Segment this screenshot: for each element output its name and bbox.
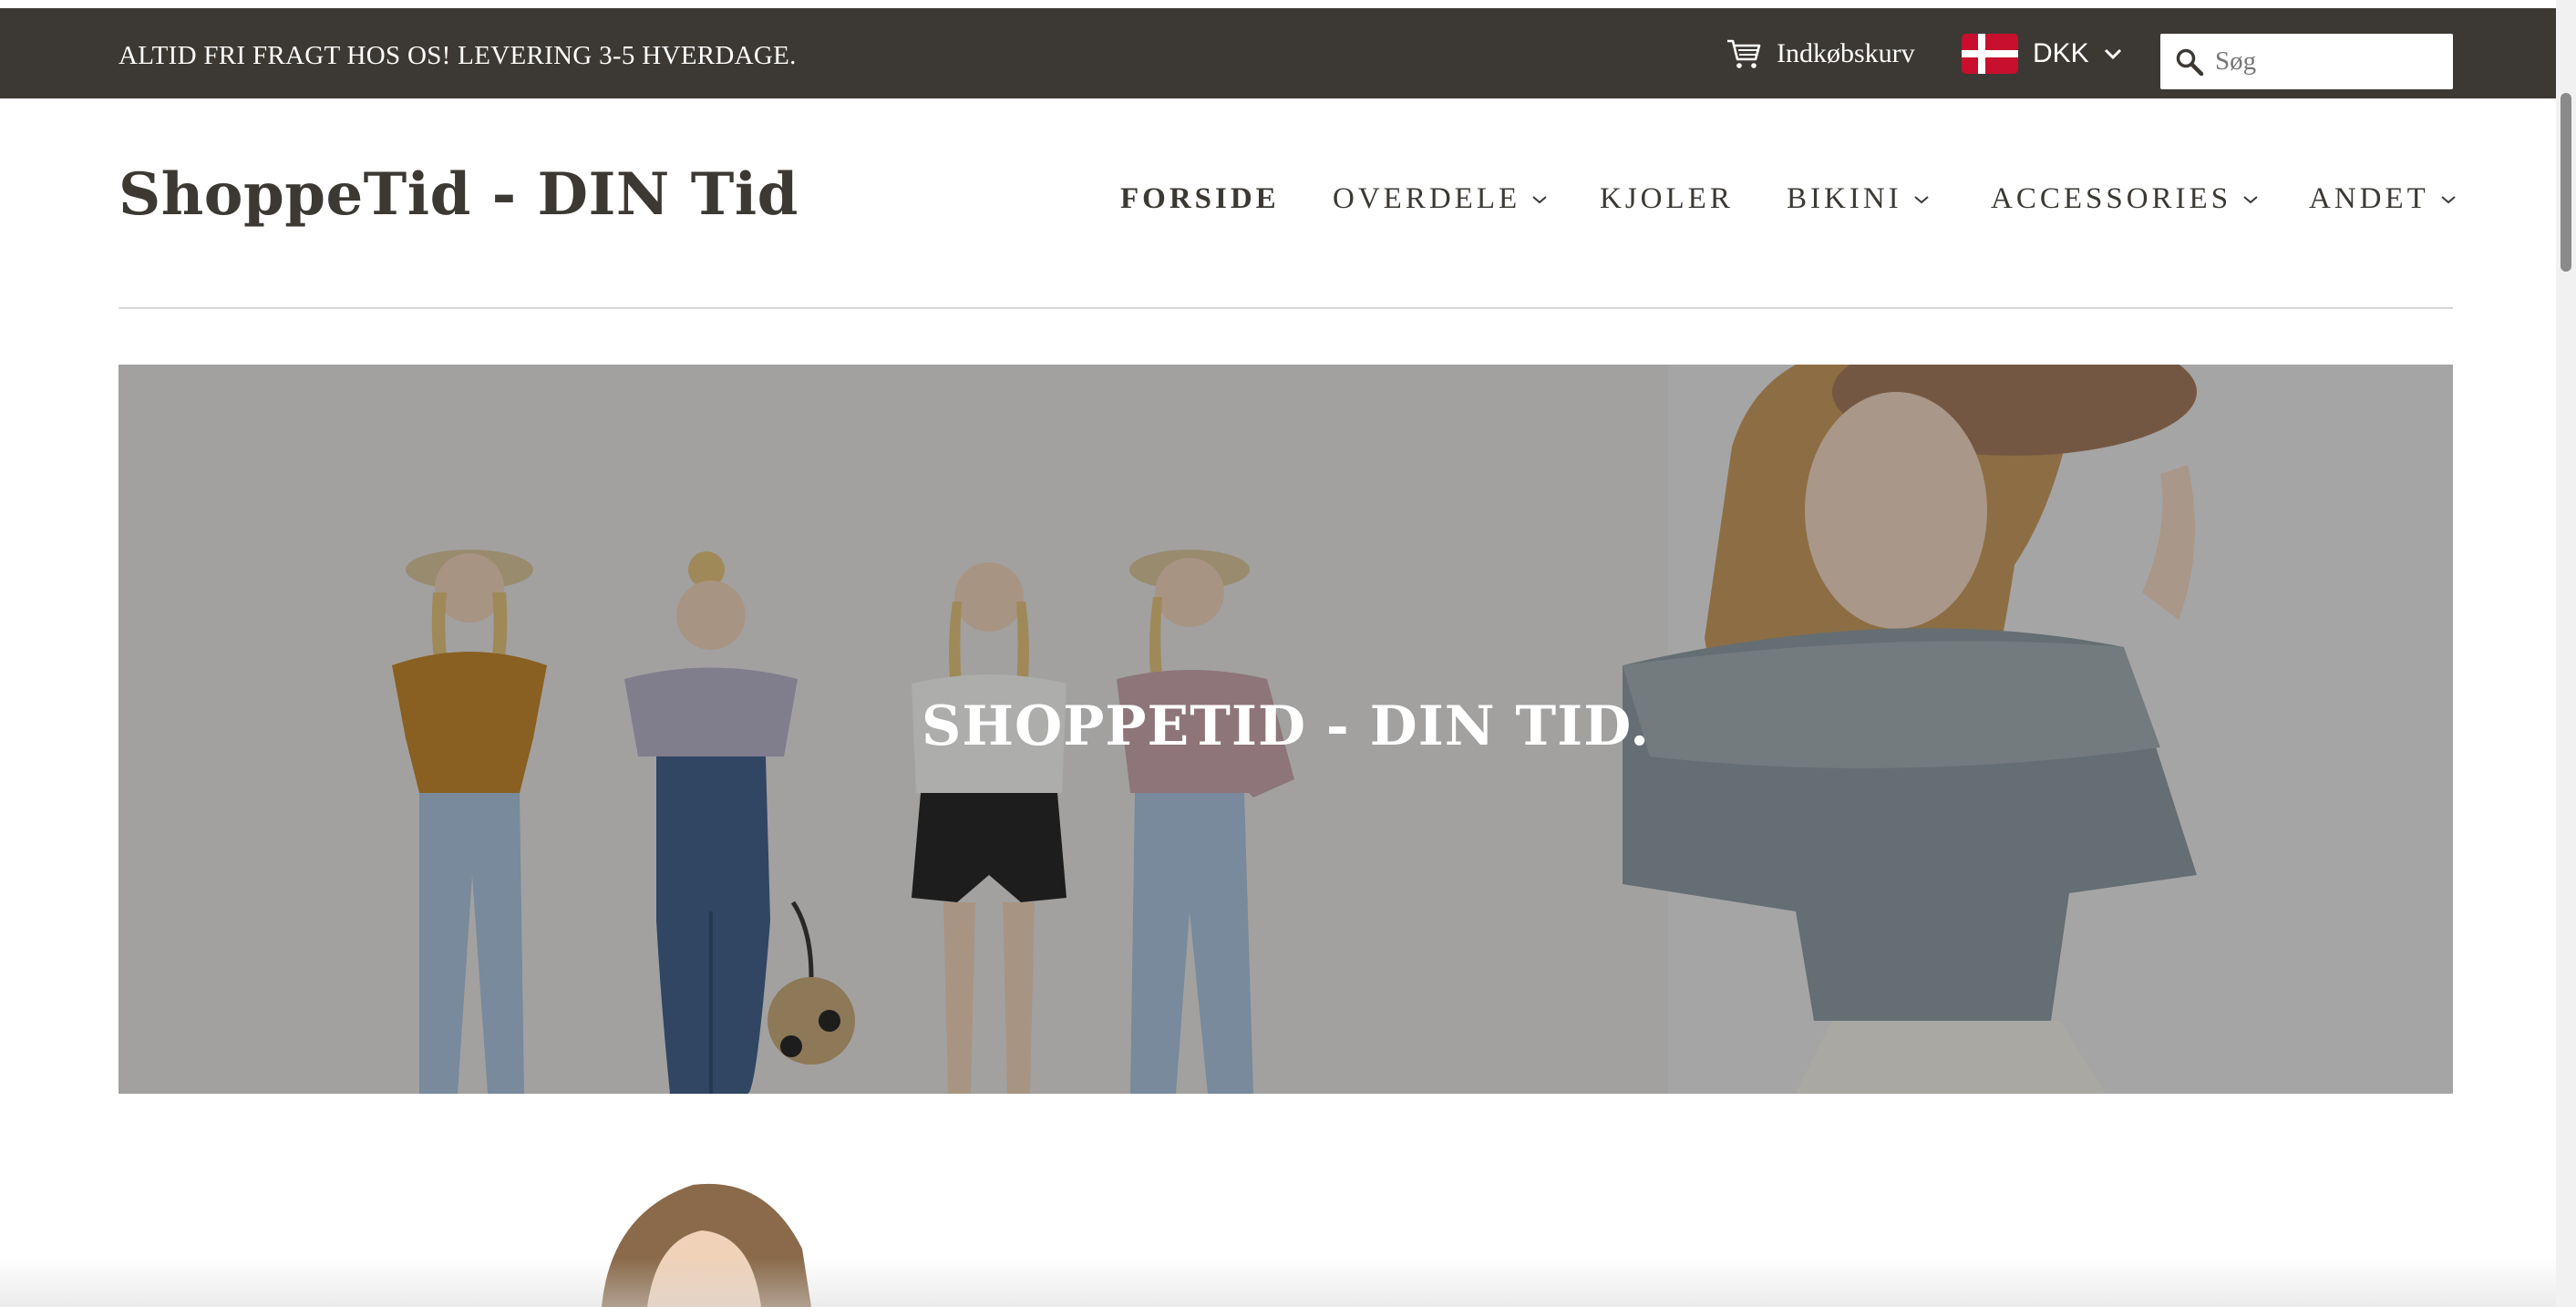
page: ALTID FRI FRAGT HOS OS! LEVERING 3-5 HVE… xyxy=(0,0,2576,1307)
featured-preview xyxy=(0,1176,2556,1307)
chevron-down-icon xyxy=(1914,195,1929,203)
nav-item-label: KJOLER xyxy=(1600,182,1734,215)
announcement-bar: ALTID FRI FRAGT HOS OS! LEVERING 3-5 HVE… xyxy=(0,8,2556,98)
search-input[interactable] xyxy=(2215,43,2434,80)
nav-item-label: BIKINI xyxy=(1787,182,1902,215)
nav-item-forside[interactable]: FORSIDE xyxy=(1120,182,1280,216)
search-icon xyxy=(2176,48,2204,76)
cart-link[interactable]: Indkøbskurv xyxy=(1726,36,1915,72)
announcement-text: ALTID FRI FRAGT HOS OS! LEVERING 3-5 HVE… xyxy=(118,41,797,70)
currency-selector[interactable]: DKK xyxy=(1962,34,2122,74)
page-scrollbar[interactable] xyxy=(2556,0,2576,1307)
nav-item-bikini[interactable]: BIKINI xyxy=(1787,182,1930,216)
cart-icon xyxy=(1727,39,1761,68)
nav-item-overdele[interactable]: OVERDELE xyxy=(1333,182,1548,216)
preview-shadow xyxy=(0,1258,2556,1307)
nav-item-label: FORSIDE xyxy=(1120,182,1280,215)
cart-label: Indkøbskurv xyxy=(1777,38,1915,68)
nav-item-label: ANDET xyxy=(2309,182,2429,215)
chevron-down-icon xyxy=(2441,195,2456,203)
chevron-down-icon xyxy=(2104,48,2121,60)
search-field[interactable] xyxy=(2160,34,2453,89)
denmark-flag-icon xyxy=(1962,34,2018,74)
scrollbar-thumb[interactable] xyxy=(2561,93,2571,272)
nav-item-accessories[interactable]: ACCESSORIES xyxy=(1991,182,2259,216)
chevron-down-icon xyxy=(2243,195,2258,203)
nav-item-kjoler[interactable]: KJOLER xyxy=(1600,182,1734,216)
nav-item-label: OVERDELE xyxy=(1333,182,1521,215)
nav-item-andet[interactable]: ANDET xyxy=(2309,182,2457,216)
nav-item-label: ACCESSORIES xyxy=(1991,182,2232,215)
main-navigation: FORSIDE OVERDELE KJOLER BIKINI ACCESSORI… xyxy=(0,182,2576,228)
hero-banner[interactable]: SHOPPETID - DIN TID. xyxy=(118,365,2453,1094)
chevron-down-icon xyxy=(1532,195,1547,203)
currency-code: DKK xyxy=(2033,38,2089,68)
hero-title: SHOPPETID - DIN TID. xyxy=(921,695,1650,758)
header-divider xyxy=(118,307,2453,309)
